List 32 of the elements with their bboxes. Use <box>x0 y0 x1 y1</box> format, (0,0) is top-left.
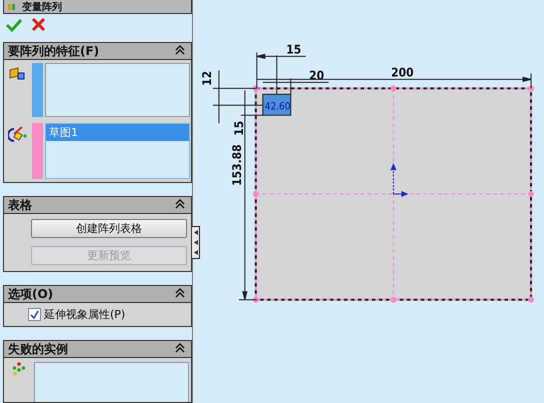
dots-icon <box>12 362 26 376</box>
sketch-point[interactable] <box>252 296 259 303</box>
close-icon[interactable] <box>32 18 45 31</box>
dimension-text[interactable]: 12 <box>200 70 214 86</box>
checkmark-icon[interactable] <box>6 18 22 32</box>
pattern-icon <box>8 2 18 11</box>
dimension-text[interactable]: 153.88 <box>230 144 244 186</box>
dimension-text[interactable]: 15 <box>286 42 302 56</box>
section-title: 选项(O) <box>8 286 54 302</box>
sketch-point[interactable] <box>528 85 534 92</box>
section-title: 失败的实例 <box>8 340 68 358</box>
sketch-point[interactable] <box>528 191 534 198</box>
origin-axes-icon <box>390 163 408 198</box>
dimension-text[interactable]: 15 <box>232 120 246 136</box>
checkbox[interactable] <box>28 308 41 321</box>
sketch-icon <box>8 126 28 144</box>
collapse-icon[interactable] <box>175 198 185 208</box>
feature-icon <box>8 66 26 80</box>
checkbox-label[interactable]: 延伸视象属性(P) <box>44 307 126 322</box>
sketch-point[interactable] <box>252 85 259 92</box>
dimension-text[interactable]: 200 <box>391 65 414 80</box>
collapse-icon[interactable] <box>175 342 185 352</box>
section-title: 表格 <box>8 196 32 214</box>
collapse-icon[interactable] <box>175 288 185 298</box>
dimension-text[interactable]: 20 <box>309 68 324 82</box>
table-button[interactable]: 创建阵列表格 <box>31 219 187 238</box>
collapse-tab[interactable] <box>192 226 200 259</box>
dimension-input-field[interactable] <box>262 94 292 116</box>
section-title: 要阵列的特征(F) <box>8 42 100 60</box>
arrows-icon <box>194 230 198 255</box>
panel-title: 变量阵列 <box>22 0 62 14</box>
collapse-icon[interactable] <box>175 44 185 54</box>
